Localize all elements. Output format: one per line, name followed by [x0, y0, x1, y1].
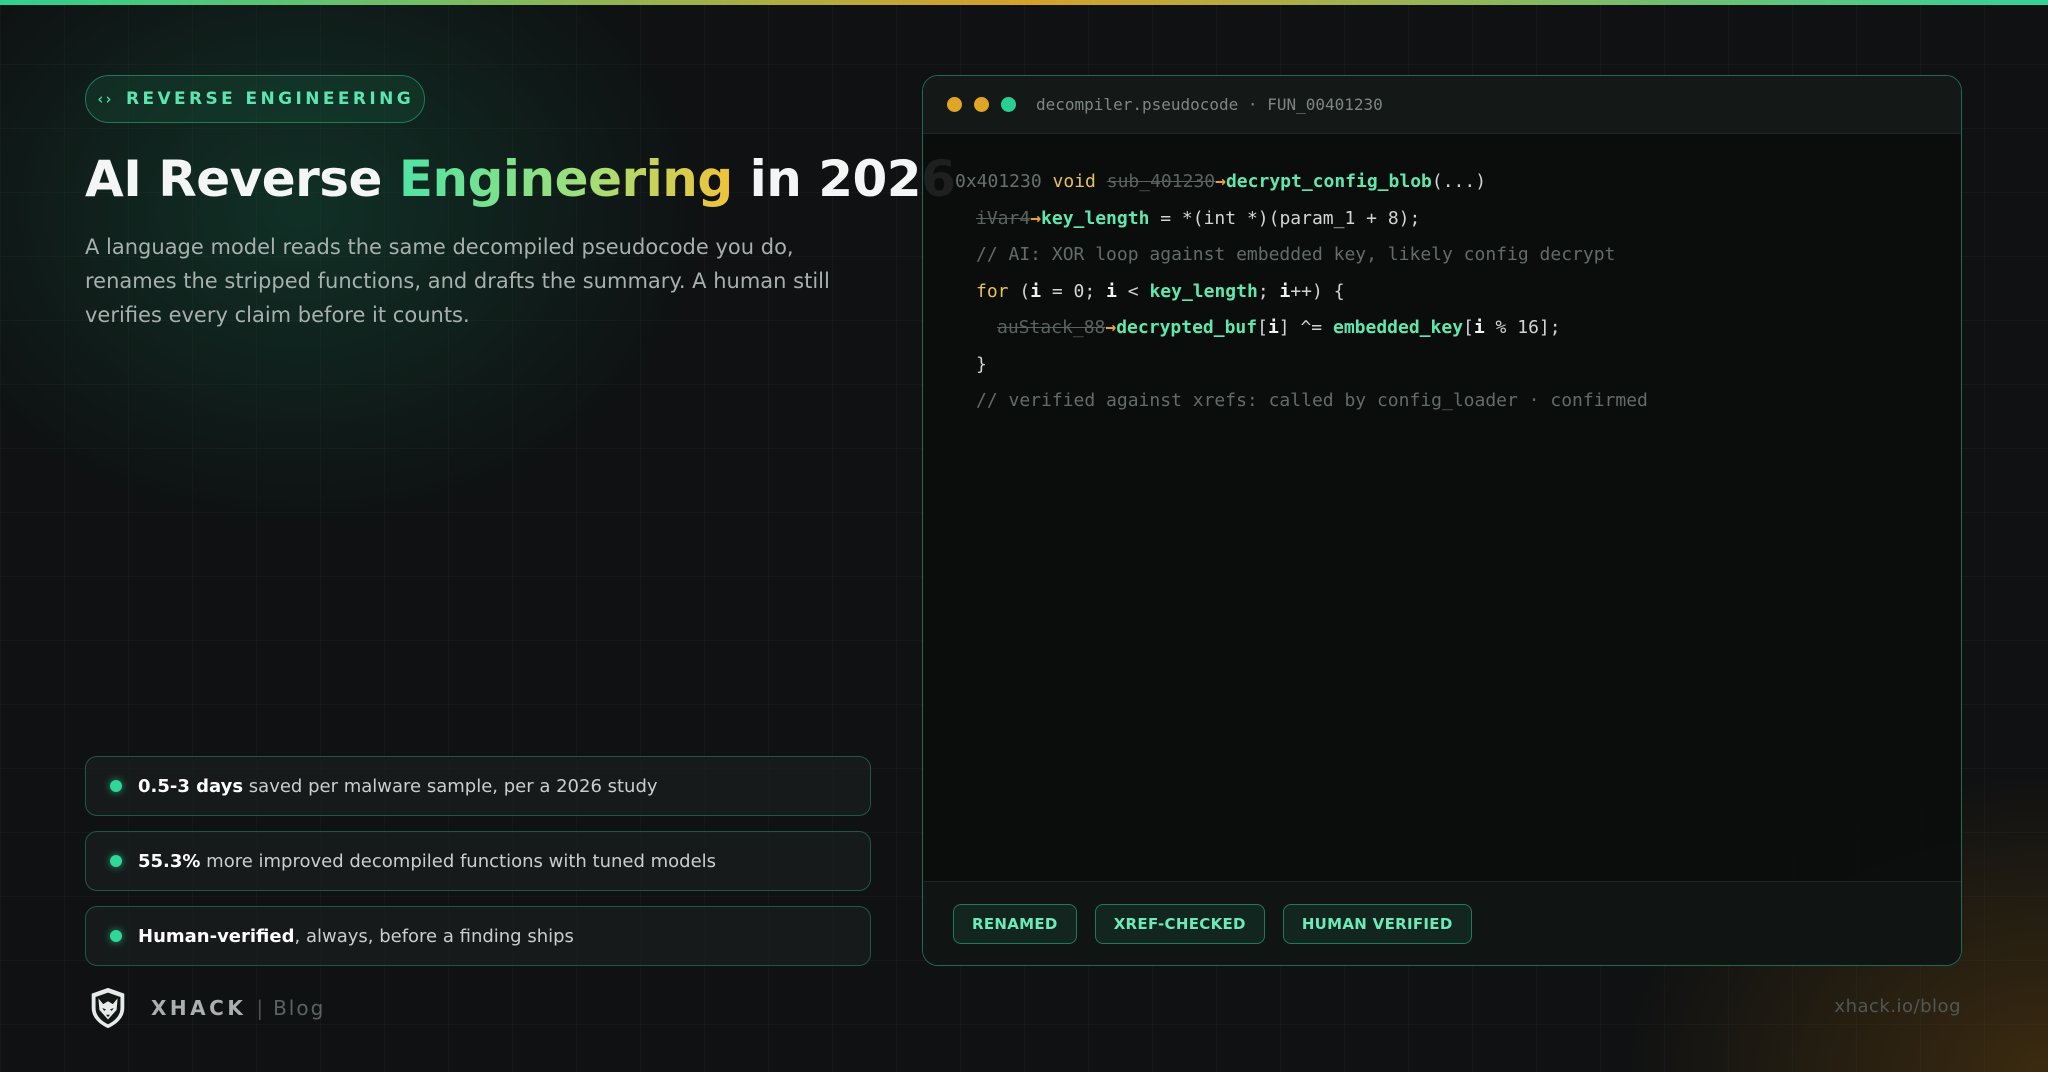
code-block: 0x401230 void sub_401230→decrypt_config_…	[923, 134, 1961, 420]
code-renamed-function: decrypt_config_blob	[1225, 171, 1432, 192]
stats-list: 0.5-3 days saved per malware sample, per…	[85, 756, 871, 981]
title-accent: Engineering	[398, 150, 733, 208]
category-tag[interactable]: ‹› REVERSE ENGINEERING	[85, 75, 425, 123]
code-text: [	[1257, 317, 1268, 338]
category-tag-label: REVERSE ENGINEERING	[125, 89, 415, 109]
code-line: iVar4→key_length = *(int *)(param_1 + 8)…	[955, 201, 1961, 238]
bullet-dot-icon	[110, 855, 122, 867]
code-original-name: sub_401230	[1106, 171, 1216, 192]
code-keyword: void	[1052, 171, 1096, 192]
code-text: = *(int *)(param_1 + 8);	[1149, 207, 1421, 229]
code-original-name: iVar4	[976, 207, 1031, 229]
window-footer: RENAMED XREF-CHECKED HUMAN VERIFIED	[923, 881, 1961, 965]
badge-xref-checked[interactable]: XREF-CHECKED	[1094, 903, 1265, 944]
code-original-name: auStack_88	[997, 317, 1106, 338]
code-keyword: for	[976, 280, 1009, 302]
window-dot-icon[interactable]	[947, 97, 962, 112]
stat-text: 55.3% more improved decompiled functions…	[138, 851, 716, 872]
window-dot-icon[interactable]	[1001, 97, 1016, 112]
code-variable: i	[1106, 280, 1117, 302]
code-renamed-variable: embedded_key	[1332, 317, 1464, 338]
window-header: decompiler.pseudocode · FUN_00401230	[923, 76, 1961, 134]
code-brackets-icon: ‹›	[95, 90, 113, 108]
stat-text: Human-verified, always, before a finding…	[138, 926, 574, 947]
brand-separator: |	[256, 996, 264, 1020]
code-renamed-variable: key_length	[1149, 280, 1258, 302]
code-variable: i	[1473, 317, 1485, 338]
bullet-dot-icon	[110, 780, 122, 792]
intro-paragraph: A language model reads the same decompil…	[85, 235, 830, 327]
code-line: auStack_88→decrypted_buf[i] ^= embedded_…	[955, 310, 1961, 347]
code-variable: i	[1279, 280, 1291, 302]
brand-lockup[interactable]: XHACK | Blog	[85, 984, 325, 1032]
window-dot-icon[interactable]	[974, 97, 989, 112]
code-text: (	[1008, 280, 1031, 302]
stat-description: more improved decompiled functions with …	[200, 850, 717, 872]
stat-highlight: 0.5-3 days	[138, 775, 244, 797]
code-text: (...)	[1431, 171, 1487, 192]
badge-renamed[interactable]: RENAMED	[953, 903, 1077, 944]
code-line: 0x401230 void sub_401230→decrypt_config_…	[955, 164, 1961, 201]
page-title: AI Reverse Engineering in 2026	[85, 150, 956, 208]
code-comment: // AI: XOR loop against embedded key, li…	[976, 244, 1616, 265]
rename-arrow-icon: →	[1215, 171, 1226, 192]
wolf-shield-icon	[91, 987, 125, 1029]
code-window: decompiler.pseudocode · FUN_00401230 0x4…	[922, 75, 1962, 966]
stat-card: 55.3% more improved decompiled functions…	[85, 831, 871, 891]
rename-arrow-icon: →	[1030, 207, 1042, 229]
title-part-1: AI Reverse	[85, 150, 399, 208]
code-address: 0x401230	[955, 171, 1042, 192]
code-text: [	[1463, 317, 1474, 338]
stat-highlight: 55.3%	[138, 850, 201, 872]
stat-highlight: Human-verified	[138, 925, 295, 947]
code-closing-brace: }	[976, 353, 987, 375]
stat-card: Human-verified, always, before a finding…	[85, 906, 871, 966]
stat-card: 0.5-3 days saved per malware sample, per…	[85, 756, 871, 816]
brand-subtitle: Blog	[273, 996, 326, 1020]
code-text: % 16];	[1484, 317, 1561, 338]
code-comment: // verified against xrefs: called by con…	[976, 390, 1648, 411]
code-line: for (i = 0; i < key_length; i++) {	[955, 274, 1961, 311]
rename-arrow-icon: →	[1105, 317, 1117, 338]
code-text: = 0;	[1041, 280, 1107, 302]
code-text: ;	[1257, 280, 1280, 302]
code-variable: i	[1267, 317, 1279, 338]
code-text: ++) {	[1290, 280, 1345, 302]
brand-name: XHACK	[151, 996, 247, 1020]
code-renamed-variable: decrypted_buf	[1116, 317, 1258, 338]
code-text: ] ^=	[1278, 317, 1333, 338]
bullet-dot-icon	[110, 930, 122, 942]
code-variable: i	[1030, 280, 1042, 302]
window-title: decompiler.pseudocode · FUN_00401230	[1036, 95, 1383, 114]
stat-description: saved per malware sample, per a 2026 stu…	[243, 775, 658, 797]
top-accent-bar	[0, 0, 2048, 5]
stat-text: 0.5-3 days saved per malware sample, per…	[138, 776, 658, 797]
site-url-link[interactable]: xhack.io/blog	[1834, 996, 1961, 1017]
code-text: <	[1116, 280, 1150, 302]
badge-human-verified[interactable]: HUMAN VERIFIED	[1282, 903, 1472, 944]
code-renamed-variable: key_length	[1041, 207, 1150, 229]
stat-description: , always, before a finding ships	[294, 925, 574, 947]
